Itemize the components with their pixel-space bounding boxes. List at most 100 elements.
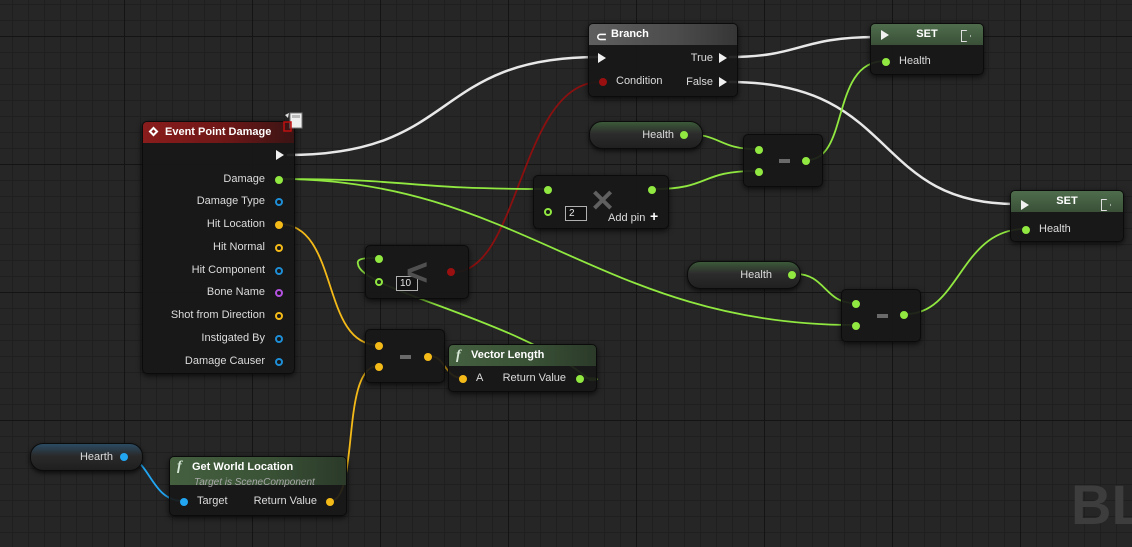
subtract2-input-b-pin[interactable] (852, 322, 860, 330)
multiply-output-pin[interactable] (648, 186, 656, 194)
hearth-var-label: Hearth (79, 451, 113, 463)
less-than-node[interactable]: 10 < (365, 245, 469, 299)
less-than-operator-icon: < (406, 252, 429, 294)
health-var-2-output-pin[interactable] (788, 271, 796, 279)
get-world-location-subtitle: Target is SceneComponent (194, 477, 315, 488)
subtract2-output-pin[interactable] (900, 311, 908, 319)
set-node-2-title: SET (1056, 195, 1078, 207)
multiply-input-b-pin[interactable] (544, 208, 552, 216)
hearth-variable-getter[interactable]: Hearth (30, 443, 143, 471)
get-world-location-output-label: Return Value (253, 495, 317, 507)
shot-direction-output-pin[interactable] (275, 312, 283, 320)
health-var-1-output-pin[interactable] (680, 131, 688, 139)
float-wire-subtract2-set2 (905, 228, 1026, 315)
branch-exec-input-pin[interactable] (598, 53, 606, 63)
blueprint-graph-canvas[interactable]: Event Point Damage Damage Damage Type Hi… (0, 0, 1132, 547)
event-pin-damage-causer-label: Damage Causer (184, 355, 265, 367)
event-pin-instigated-by-label: Instigated By (201, 332, 265, 344)
branch-icon: ⊂ (596, 29, 607, 44)
branch-false-label: False (686, 76, 713, 88)
damage-causer-output-pin[interactable] (275, 358, 283, 366)
branch-true-label: True (690, 52, 713, 64)
subtract2-input-a-pin[interactable] (852, 300, 860, 308)
branch-condition-label: Condition (616, 75, 663, 87)
vector-length-output-pin[interactable] (576, 375, 584, 383)
health-var-2-label: Health (740, 269, 772, 281)
multiply-value-input[interactable]: 2 (565, 206, 587, 221)
less-input-a-pin[interactable] (375, 255, 383, 263)
event-diamond-icon (148, 126, 159, 137)
subtract-vector-operator-icon (400, 355, 411, 359)
exec-wire-true-set1 (728, 35, 878, 59)
get-world-location-output-pin[interactable] (326, 498, 334, 506)
set-health-node-1[interactable]: SET Health (870, 23, 984, 75)
add-pin-plus-icon[interactable]: + (650, 208, 658, 224)
branch-node[interactable]: ⊂ Branch True Condition False (588, 23, 738, 97)
set1-exec-input-pin[interactable] (881, 30, 889, 40)
event-pin-bone-name-label: Bone Name (206, 286, 265, 298)
subtract1-input-a-pin[interactable] (755, 146, 763, 154)
vector-length-header[interactable]: f Vector Length (449, 345, 596, 366)
float-wire-multiply-subtract1 (654, 170, 756, 190)
hit-location-output-pin[interactable] (275, 221, 283, 229)
multiply-add-pin-label[interactable]: Add pin (608, 212, 645, 225)
less-output-pin[interactable] (447, 268, 455, 276)
multiply-node[interactable]: 2 ✕ Add pin + (533, 175, 669, 229)
damage-output-pin[interactable] (275, 176, 283, 184)
health-variable-getter-1[interactable]: Health (589, 121, 703, 149)
blueprint-watermark: BL (1071, 473, 1132, 536)
event-pin-hit-location-label: Hit Location (206, 218, 265, 230)
get-world-location-header[interactable]: f Get World Location Target is SceneComp… (170, 457, 346, 488)
damage-type-output-pin[interactable] (275, 198, 283, 206)
health-var-1-label: Health (642, 129, 674, 141)
vector-length-node[interactable]: f Vector Length A Return Value (448, 344, 597, 392)
subtract-vector-node[interactable] (365, 329, 445, 383)
subtract1-output-pin[interactable] (802, 157, 810, 165)
less-input-b-pin[interactable] (375, 278, 383, 286)
subtract2-operator-icon (877, 314, 888, 318)
subtract-float-node-2[interactable] (841, 289, 921, 342)
event-exec-output-pin[interactable] (276, 150, 284, 160)
set2-health-input-pin[interactable] (1022, 226, 1030, 234)
branch-false-exec-pin[interactable] (719, 77, 727, 87)
subtract-float-node-1[interactable] (743, 134, 823, 187)
event-pin-shot-direction-label: Shot from Direction (170, 309, 265, 321)
multiply-input-a-pin[interactable] (544, 186, 552, 194)
bone-name-output-pin[interactable] (275, 289, 283, 297)
instigated-by-output-pin[interactable] (275, 335, 283, 343)
function-icon: f (177, 459, 182, 474)
event-point-damage-node[interactable]: Event Point Damage Damage Damage Type Hi… (142, 121, 295, 374)
event-pin-damage-label: Damage (223, 173, 265, 185)
hit-normal-output-pin[interactable] (275, 244, 283, 252)
branch-condition-pin[interactable] (599, 78, 607, 86)
replication-icon (282, 112, 304, 132)
set2-exec-output-pin[interactable] (1101, 199, 1111, 211)
set1-health-input-pin[interactable] (882, 58, 890, 66)
subtract-vector-output-pin[interactable] (424, 353, 432, 361)
branch-node-title: Branch (611, 28, 649, 40)
hearth-var-output-pin[interactable] (120, 453, 128, 461)
get-world-location-target-pin[interactable] (180, 498, 188, 506)
subtract-vector-input-b-pin[interactable] (375, 363, 383, 371)
event-pin-hit-component-label: Hit Component (191, 264, 265, 276)
set2-health-label: Health (1039, 223, 1071, 235)
subtract-vector-input-a-pin[interactable] (375, 342, 383, 350)
set1-exec-output-pin[interactable] (961, 30, 971, 42)
branch-true-exec-pin[interactable] (719, 53, 727, 63)
health-variable-getter-2[interactable]: Health (687, 261, 801, 289)
event-node-header[interactable]: Event Point Damage (143, 122, 294, 143)
vector-length-input-pin[interactable] (459, 375, 467, 383)
exec-wire-event-branch (286, 55, 600, 157)
get-world-location-node[interactable]: f Get World Location Target is SceneComp… (169, 456, 347, 516)
function-icon: f (456, 348, 461, 363)
branch-node-header[interactable]: ⊂ Branch (589, 24, 737, 45)
set2-exec-input-pin[interactable] (1021, 200, 1029, 210)
set-health-node-2[interactable]: SET Health (1010, 190, 1124, 242)
subtract1-input-b-pin[interactable] (755, 168, 763, 176)
set1-health-label: Health (899, 55, 931, 67)
event-pin-hit-normal-label: Hit Normal (213, 241, 265, 253)
event-node-title: Event Point Damage (165, 126, 272, 138)
hit-component-output-pin[interactable] (275, 267, 283, 275)
get-world-location-target-label: Target (197, 495, 228, 507)
vector-length-input-label: A (476, 372, 484, 384)
